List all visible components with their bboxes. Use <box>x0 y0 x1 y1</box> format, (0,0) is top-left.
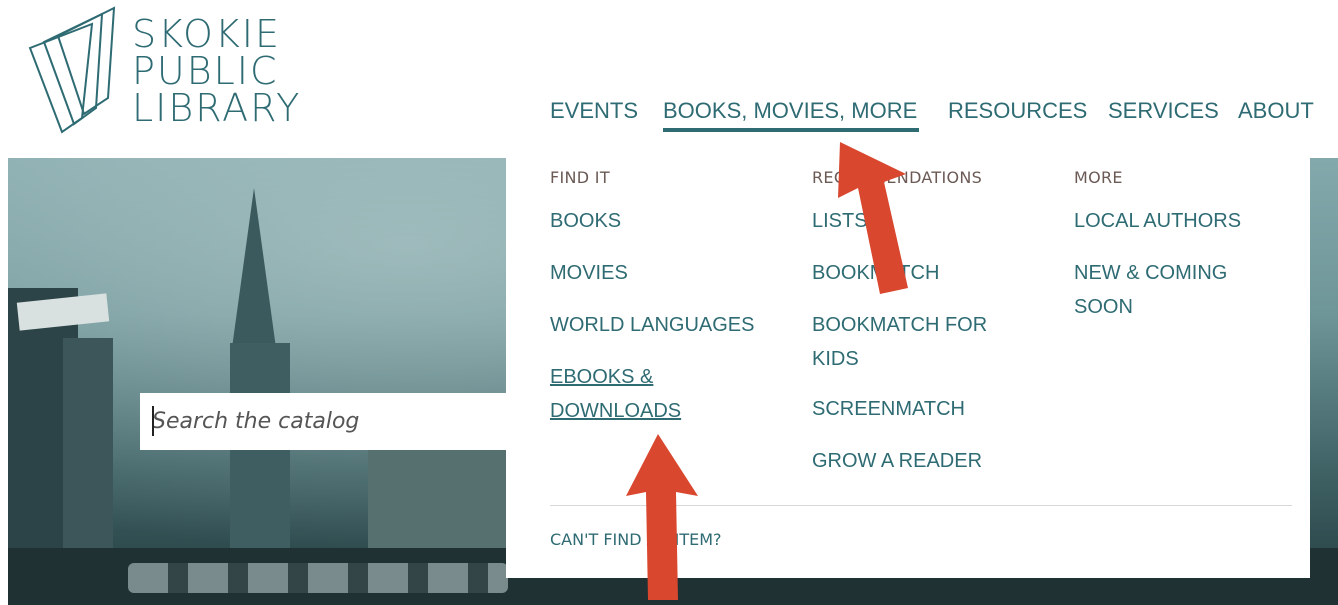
nav-services[interactable]: SERVICES <box>1108 98 1219 124</box>
menu-link-bookmatch-for-kids[interactable]: BOOKMATCH FOR KIDS <box>812 308 987 376</box>
church-spire <box>232 188 276 348</box>
logo-line-1: SKOKIE <box>132 12 282 56</box>
nav-active-underline <box>663 128 919 132</box>
catalog-search-input[interactable] <box>140 393 508 450</box>
menu-link-books[interactable]: BOOKS <box>550 204 621 238</box>
find-it-heading: FIND IT <box>550 168 610 187</box>
menu-link-local-authors[interactable]: LOCAL AUTHORS <box>1074 204 1241 238</box>
menu-link-world-languages[interactable]: WORLD LANGUAGES <box>550 308 754 342</box>
nav-books-movies-more[interactable]: BOOKS, MOVIES, MORE <box>663 98 917 124</box>
menu-link-screenmatch[interactable]: SCREENMATCH <box>812 392 965 426</box>
more-heading: MORE <box>1074 168 1123 187</box>
text-cursor <box>152 406 154 436</box>
nav-about[interactable]: ABOUT <box>1238 98 1314 124</box>
menu-link-new-coming-soon[interactable]: NEW & COMING SOON <box>1074 256 1227 324</box>
menu-link-movies[interactable]: MOVIES <box>550 256 628 290</box>
logo-line-2: PUBLIC <box>132 49 279 93</box>
menu-link-grow-a-reader[interactable]: GROW A READER <box>812 444 982 478</box>
nav-resources[interactable]: RESOURCES <box>948 98 1087 124</box>
logo-line-3: LIBRARY <box>132 86 302 130</box>
arrow-annotation-icon <box>838 142 908 294</box>
arrow-annotation-icon <box>626 434 698 600</box>
library-name: SKOKIE PUBLIC LIBRARY <box>132 12 302 130</box>
library-logo[interactable]: SKOKIE PUBLIC LIBRARY <box>22 6 312 136</box>
menu-link-ebooks-downloads[interactable]: EBOOKS & DOWNLOADS <box>550 360 681 428</box>
library-logo-icon <box>28 6 116 134</box>
nav-events[interactable]: EVENTS <box>550 98 638 124</box>
cars <box>128 563 508 593</box>
